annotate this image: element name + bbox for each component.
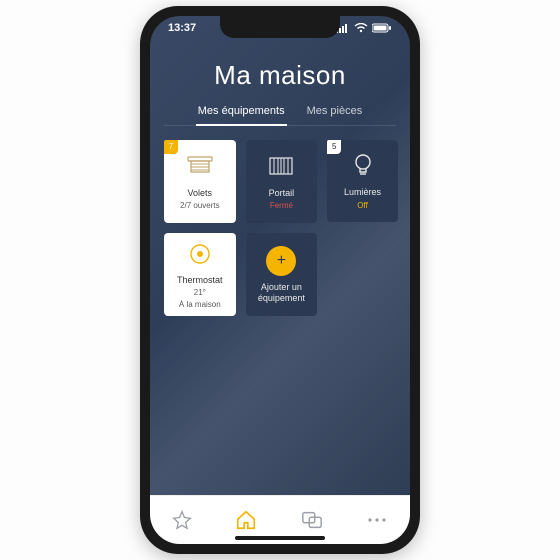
card-portail[interactable]: Portail Fermé <box>246 140 318 223</box>
card-volets[interactable]: 7 Volets 2/7 ouverts <box>164 140 236 223</box>
card-lumieres-title: Lumières <box>344 187 381 198</box>
nav-favorites[interactable] <box>172 510 192 530</box>
badge-volets: 7 <box>164 140 178 154</box>
tab-pieces[interactable]: Mes pièces <box>305 105 365 125</box>
phone-frame: 13:37 Ma maison Mes équipements Mes pièc… <box>140 6 420 554</box>
phone-notch <box>220 16 340 38</box>
status-time: 13:37 <box>168 22 196 34</box>
card-add-title: Ajouter un équipement <box>250 282 314 305</box>
card-portail-title: Portail <box>269 188 295 199</box>
wifi-icon <box>354 23 368 33</box>
page-title: Ma maison <box>150 60 410 91</box>
phone-screen: 13:37 Ma maison Mes équipements Mes pièc… <box>150 16 410 544</box>
card-lumieres-sub: Off <box>357 201 368 211</box>
badge-lumieres: 5 <box>327 140 341 154</box>
card-volets-title: Volets <box>188 188 213 199</box>
more-icon <box>366 516 388 524</box>
shutter-icon <box>185 152 215 182</box>
equipment-grid: 7 Volets 2/7 ouverts Portail Fermé 5 <box>150 126 410 329</box>
card-lumieres[interactable]: 5 Lumières Off <box>327 140 398 222</box>
card-thermostat-title: Thermostat <box>177 275 223 286</box>
card-thermostat[interactable]: Thermostat 21° À la maison <box>164 233 236 316</box>
plus-icon: + <box>266 246 296 276</box>
status-icons <box>336 23 392 33</box>
card-thermostat-sub1: 21° <box>194 288 206 298</box>
card-volets-sub: 2/7 ouverts <box>180 201 220 211</box>
gate-icon <box>266 152 296 182</box>
tab-equipements[interactable]: Mes équipements <box>196 105 287 125</box>
bulb-icon <box>348 151 378 181</box>
card-portail-sub: Fermé <box>270 201 293 211</box>
nav-home[interactable] <box>235 509 257 531</box>
card-thermostat-sub2: À la maison <box>179 300 221 310</box>
card-add-equipment[interactable]: + Ajouter un équipement <box>246 233 318 316</box>
nav-scenes[interactable] <box>301 510 323 530</box>
thermostat-icon <box>185 239 215 269</box>
stage: 13:37 Ma maison Mes équipements Mes pièc… <box>0 0 560 560</box>
nav-more[interactable] <box>366 516 388 524</box>
scenes-icon <box>301 510 323 530</box>
star-icon <box>172 510 192 530</box>
battery-icon <box>372 23 392 33</box>
home-icon <box>235 509 257 531</box>
tabs: Mes équipements Mes pièces <box>164 105 396 126</box>
home-indicator[interactable] <box>235 536 325 540</box>
